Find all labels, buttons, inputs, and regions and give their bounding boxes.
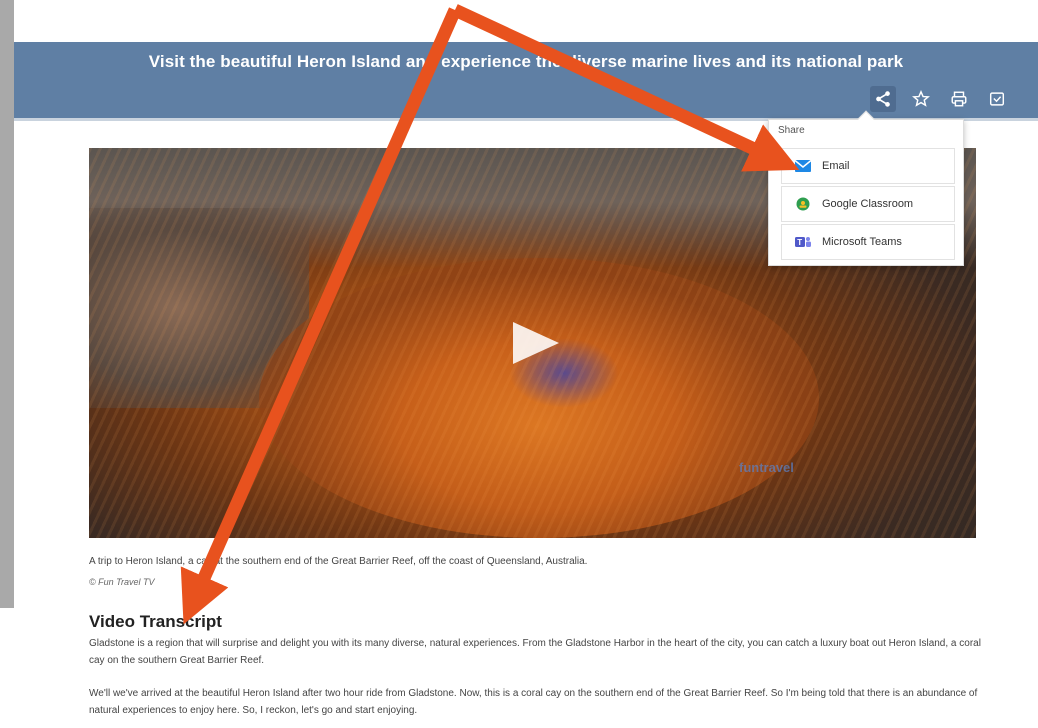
share-email-option[interactable]: Email bbox=[781, 148, 955, 184]
top-blank-area bbox=[14, 0, 1038, 42]
save-icon bbox=[989, 92, 1005, 106]
transcript-paragraph: Gladstone is a region that will surprise… bbox=[89, 638, 981, 666]
toolbar bbox=[870, 86, 1010, 112]
google-classroom-icon bbox=[796, 197, 810, 211]
svg-text:T: T bbox=[797, 238, 802, 247]
microsoft-teams-icon: T bbox=[795, 237, 811, 247]
left-gray-border bbox=[0, 0, 14, 608]
favorite-button[interactable] bbox=[908, 86, 934, 112]
share-microsoft-teams-option[interactable]: T Microsoft Teams bbox=[781, 224, 955, 260]
video-watermark: funtravel bbox=[739, 460, 794, 475]
video-credit: © Fun Travel TV bbox=[89, 577, 155, 587]
email-icon bbox=[794, 159, 812, 172]
print-button[interactable] bbox=[946, 86, 972, 112]
header-bar: Visit the beautiful Heron Island and exp… bbox=[14, 42, 1038, 118]
share-email-label: Email bbox=[822, 160, 850, 172]
share-menu: Share Email Google Classroom T Microsoft… bbox=[768, 110, 964, 266]
save-button[interactable] bbox=[984, 86, 1010, 112]
transcript-heading: Video Transcript bbox=[89, 612, 222, 631]
play-icon[interactable] bbox=[513, 322, 559, 364]
share-button[interactable] bbox=[870, 86, 896, 112]
star-icon bbox=[912, 90, 930, 107]
video-caption: A trip to Heron Island, a cay at the sou… bbox=[89, 556, 588, 567]
transcript-paragraph: We'll we've arrived at the beautiful Her… bbox=[89, 688, 978, 716]
share-menu-title: Share bbox=[778, 125, 805, 136]
print-icon bbox=[951, 91, 967, 107]
share-icon bbox=[876, 91, 890, 107]
page-title: Visit the beautiful Heron Island and exp… bbox=[148, 52, 904, 71]
share-microsoft-teams-label: Microsoft Teams bbox=[822, 236, 902, 248]
share-google-classroom-option[interactable]: Google Classroom bbox=[781, 186, 955, 222]
share-google-classroom-label: Google Classroom bbox=[822, 198, 914, 210]
